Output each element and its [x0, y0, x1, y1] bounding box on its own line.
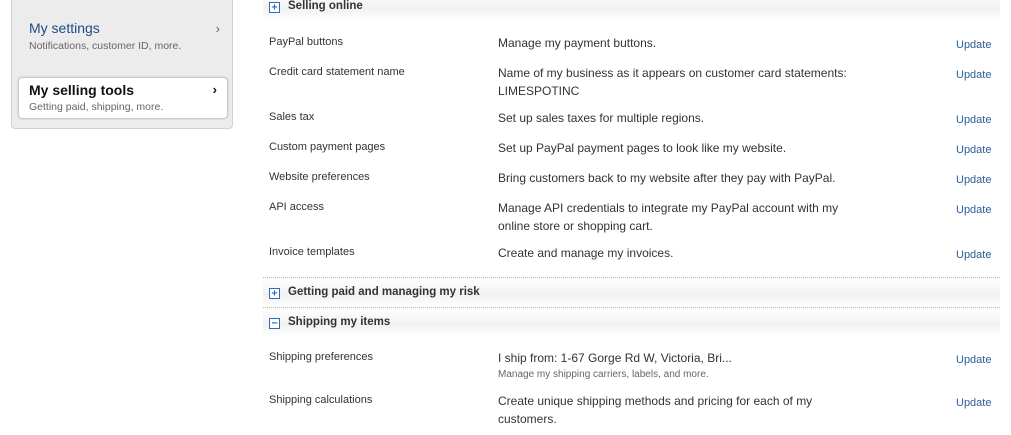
row-label: API access: [269, 201, 325, 213]
row-label: Sales tax: [269, 111, 315, 123]
selling-tools-panel: + Selling online PayPal buttons Manage m…: [263, 0, 1000, 435]
update-link[interactable]: Update: [956, 249, 991, 261]
update-link[interactable]: Update: [956, 114, 991, 126]
sidebar-item-subtitle: Notifications, customer ID, more.: [29, 40, 182, 52]
row-label: Website preferences: [269, 171, 370, 183]
section-header-selling-online[interactable]: + Selling online: [263, 0, 1000, 22]
row-description: Create unique shipping methods and prici…: [498, 394, 813, 426]
update-link[interactable]: Update: [956, 174, 991, 186]
update-link[interactable]: Update: [956, 204, 991, 216]
sidebar-item-title: My settings: [29, 20, 100, 36]
sidebar-item-my-settings[interactable]: My settings Notifications, customer ID, …: [12, 20, 232, 60]
update-link[interactable]: Update: [956, 144, 991, 156]
row-note: Manage my shipping carriers, labels, and…: [498, 369, 709, 380]
update-link[interactable]: Update: [956, 397, 991, 409]
row-description: I ship from: 1-67 Gorge Rd W, Victoria, …: [498, 351, 732, 365]
update-link[interactable]: Update: [956, 69, 991, 81]
row-description: Set up PayPal payment pages to look like…: [498, 141, 787, 155]
section-title: Shipping my items: [288, 316, 391, 328]
row-label: Custom payment pages: [269, 141, 386, 153]
update-link[interactable]: Update: [956, 354, 991, 366]
row-label: Shipping calculations: [269, 394, 373, 406]
row-description: Set up sales taxes for multiple regions.: [498, 111, 705, 125]
section-header-getting-paid[interactable]: + Getting paid and managing my risk: [263, 277, 1000, 308]
row-description: Manage API credentials to integrate my P…: [498, 201, 839, 233]
collapse-icon[interactable]: −: [269, 318, 280, 329]
row-label: Shipping preferences: [269, 351, 373, 363]
chevron-right-icon: ›: [212, 82, 217, 97]
chevron-right-icon: ›: [215, 21, 220, 36]
section-title: Selling online: [288, 0, 363, 12]
settings-sidebar: My settings Notifications, customer ID, …: [11, 0, 233, 129]
sidebar-item-title: My selling tools: [29, 82, 135, 98]
expand-icon[interactable]: +: [269, 2, 280, 13]
section-header-shipping[interactable]: − Shipping my items: [263, 307, 1000, 338]
row-description: Bring customers back to my website after…: [498, 171, 836, 185]
section-title: Getting paid and managing my risk: [288, 286, 480, 298]
row-description: Name of my business as it appears on cus…: [498, 66, 847, 98]
row-description: Manage my payment buttons.: [498, 36, 657, 50]
row-description: Create and manage my invoices.: [498, 246, 674, 260]
row-label: Credit card statement name: [269, 66, 405, 78]
sidebar-item-subtitle: Getting paid, shipping, more.: [29, 101, 164, 113]
row-label: Invoice templates: [269, 246, 355, 258]
expand-icon[interactable]: +: [269, 288, 280, 299]
sidebar-item-my-selling-tools[interactable]: My selling tools Getting paid, shipping,…: [18, 77, 228, 119]
update-link[interactable]: Update: [956, 39, 991, 51]
row-label: PayPal buttons: [269, 36, 343, 48]
